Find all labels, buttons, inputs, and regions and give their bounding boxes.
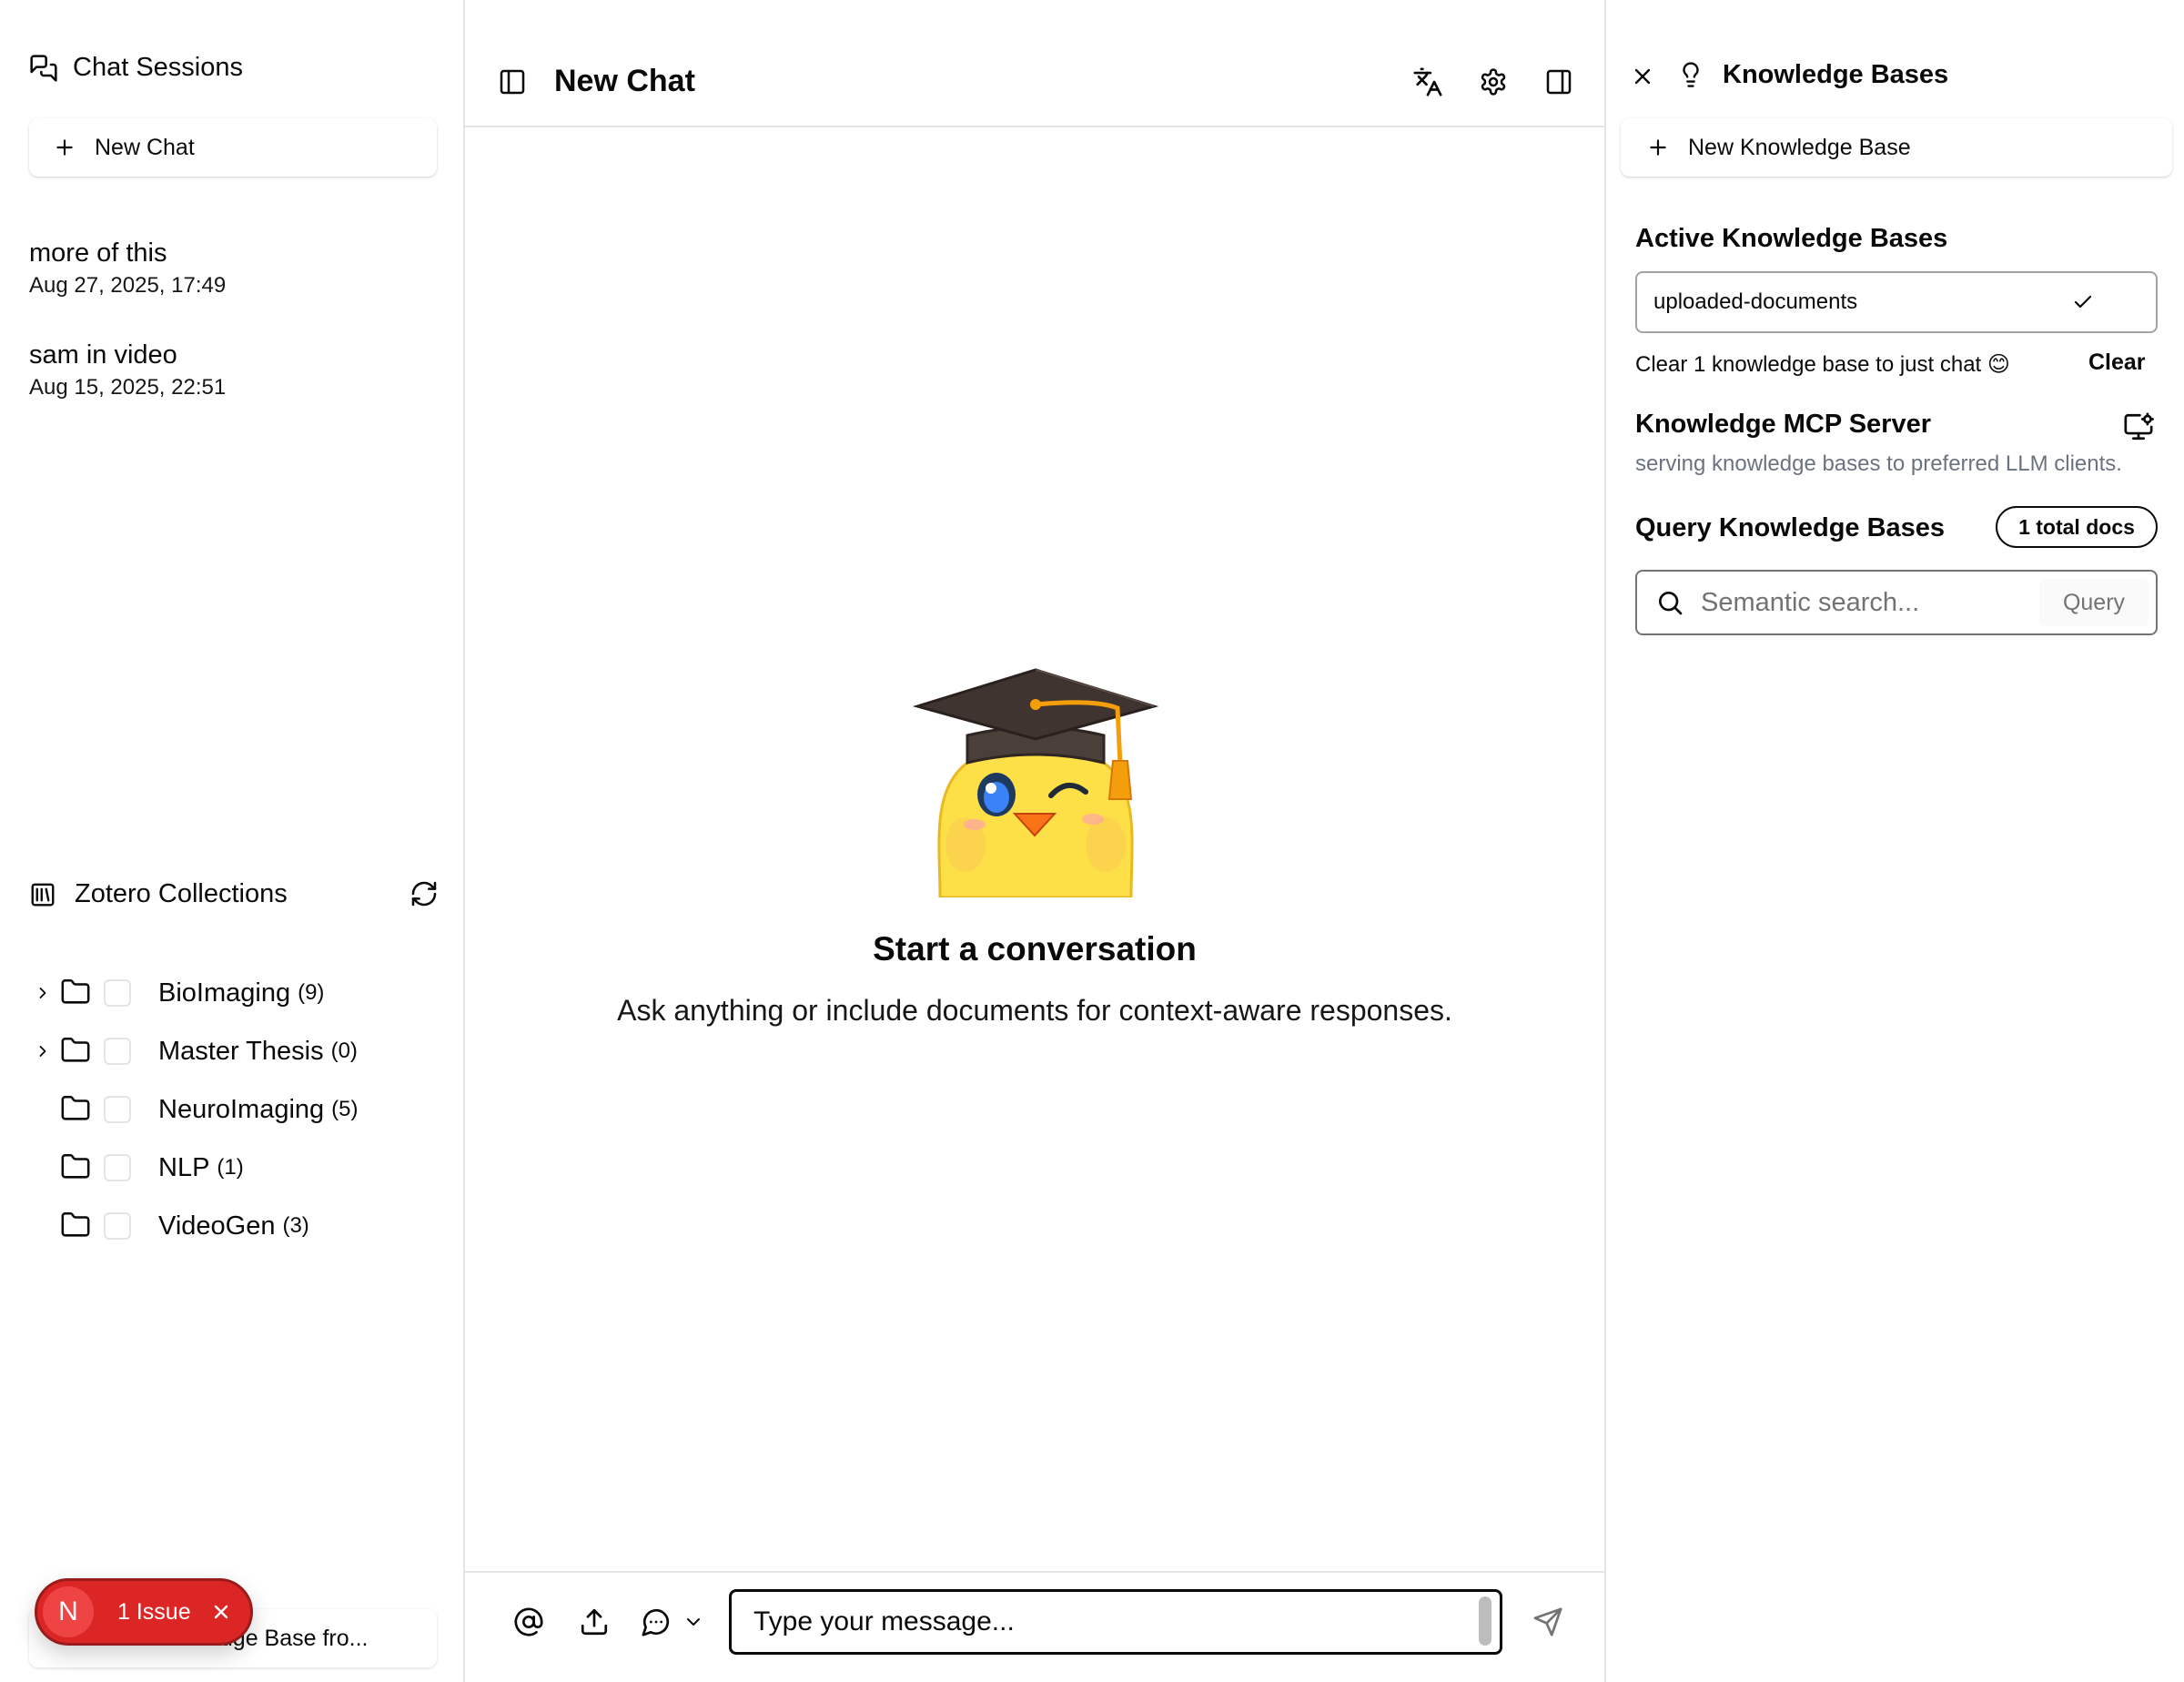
chevron-right-icon[interactable] xyxy=(29,979,56,1007)
session-item[interactable]: more of this Aug 27, 2025, 17:49 xyxy=(29,237,439,299)
collection-row[interactable]: VideoGen (3) xyxy=(29,1203,430,1249)
issue-avatar: N xyxy=(43,1586,94,1637)
issue-notification-pill[interactable]: N 1 Issue xyxy=(35,1578,253,1646)
kb-select[interactable]: uploaded-documents xyxy=(1635,271,2158,333)
query-button[interactable]: Query xyxy=(2039,579,2149,626)
collection-checkbox[interactable] xyxy=(104,1038,131,1065)
plus-icon xyxy=(1646,136,1670,159)
chick-mascot-illustration xyxy=(913,663,1158,897)
collection-checkbox[interactable] xyxy=(104,1154,131,1181)
collection-row[interactable]: NLP (1) xyxy=(29,1145,430,1191)
monitor-settings-icon[interactable] xyxy=(2123,411,2154,442)
plus-icon xyxy=(53,136,76,159)
toggle-left-sidebar-icon[interactable] xyxy=(492,62,532,102)
zotero-title: Zotero Collections xyxy=(75,879,288,908)
settings-gear-icon[interactable] xyxy=(1473,62,1513,102)
collection-checkbox[interactable] xyxy=(104,979,131,1007)
collection-count: (0) xyxy=(330,1039,358,1063)
folder-icon xyxy=(60,1210,93,1242)
folder-icon xyxy=(60,977,93,1009)
folder-icon xyxy=(60,1151,93,1184)
collection-name: NLP xyxy=(158,1152,210,1182)
knowledge-panel: Knowledge Bases New Knowledge Base Activ… xyxy=(1604,0,2184,1682)
collection-name: NeuroImaging xyxy=(158,1094,325,1124)
zotero-header: Zotero Collections xyxy=(29,879,439,909)
clear-hint: Clear 1 knowledge base to just chat 😊 xyxy=(1635,352,2010,377)
collection-name: VideoGen xyxy=(158,1211,276,1241)
clear-button[interactable]: Clear xyxy=(2088,350,2146,376)
session-item[interactable]: sam in video Aug 15, 2025, 22:51 xyxy=(29,339,439,400)
chat-mode-icon[interactable] xyxy=(636,1602,676,1642)
check-icon xyxy=(2072,291,2094,313)
folder-icon xyxy=(60,1093,93,1126)
collection-row[interactable]: Master Thesis (0) xyxy=(29,1028,430,1074)
chat-sessions-header: Chat Sessions xyxy=(29,53,243,83)
collection-count: (1) xyxy=(217,1155,244,1180)
issue-count-label: 1 Issue xyxy=(117,1598,191,1625)
upload-icon[interactable] xyxy=(574,1602,614,1642)
message-composer xyxy=(465,1571,1604,1682)
session-date: Aug 27, 2025, 17:49 xyxy=(29,273,227,298)
toggle-right-panel-icon[interactable] xyxy=(1539,62,1579,102)
send-icon[interactable] xyxy=(1528,1602,1568,1642)
query-kb-title: Query Knowledge Bases xyxy=(1635,513,1946,542)
search-icon xyxy=(1655,588,1684,617)
semantic-search-input[interactable] xyxy=(1701,583,2028,623)
docs-count-badge: 1 total docs xyxy=(1996,506,2158,548)
chat-title: New Chat xyxy=(554,64,695,98)
chevron-down-icon[interactable] xyxy=(680,1602,707,1642)
chat-main: New Chat Start a conversation Ask anythi… xyxy=(465,0,1604,1682)
session-title: more of this xyxy=(29,238,167,268)
collection-count: (3) xyxy=(282,1213,309,1238)
translate-icon[interactable] xyxy=(1408,62,1448,102)
session-title: sam in video xyxy=(29,340,177,370)
library-icon xyxy=(29,881,56,908)
refresh-icon[interactable] xyxy=(410,879,439,908)
chat-sessions-title: Chat Sessions xyxy=(73,53,243,82)
mention-at-icon[interactable] xyxy=(509,1602,549,1642)
new-chat-button[interactable]: New Chat xyxy=(29,118,437,177)
new-kb-label: New Knowledge Base xyxy=(1688,134,1911,160)
mcp-server-desc: serving knowledge bases to preferred LLM… xyxy=(1635,451,2122,476)
empty-state-subtitle: Ask anything or include documents for co… xyxy=(617,994,1452,1027)
chat-bubbles-icon xyxy=(29,54,58,83)
folder-icon xyxy=(60,1035,93,1068)
collection-count: (9) xyxy=(298,980,325,1005)
kb-select-value: uploaded-documents xyxy=(1653,289,1858,314)
semantic-search-box: Query xyxy=(1635,570,2158,635)
close-icon[interactable] xyxy=(1624,58,1661,95)
new-kb-button[interactable]: New Knowledge Base xyxy=(1621,118,2172,177)
kb-panel-title: Knowledge Bases xyxy=(1723,60,1949,89)
chat-header: New Chat xyxy=(465,0,1604,127)
chevron-right-icon[interactable] xyxy=(29,1038,56,1065)
collection-name: Master Thesis xyxy=(158,1036,324,1066)
mcp-server-title: Knowledge MCP Server xyxy=(1635,410,1932,439)
new-chat-label: New Chat xyxy=(95,134,195,160)
input-scrollbar[interactable] xyxy=(1479,1596,1491,1646)
chat-sidebar: Chat Sessions New Chat more of this Aug … xyxy=(0,0,465,1682)
empty-state-title: Start a conversation xyxy=(873,930,1197,968)
collection-row[interactable]: NeuroImaging (5) xyxy=(29,1087,430,1132)
active-kb-label: Active Knowledge Bases xyxy=(1635,224,1948,253)
collection-checkbox[interactable] xyxy=(104,1212,131,1240)
message-input[interactable] xyxy=(729,1589,1502,1655)
close-icon[interactable] xyxy=(207,1598,235,1626)
collection-row[interactable]: BioImaging (9) xyxy=(29,970,430,1016)
collection-name: BioImaging xyxy=(158,978,291,1008)
collection-count: (5) xyxy=(331,1097,359,1121)
collection-checkbox[interactable] xyxy=(104,1096,131,1123)
session-date: Aug 15, 2025, 22:51 xyxy=(29,375,227,400)
lightbulb-icon xyxy=(1677,58,1704,91)
